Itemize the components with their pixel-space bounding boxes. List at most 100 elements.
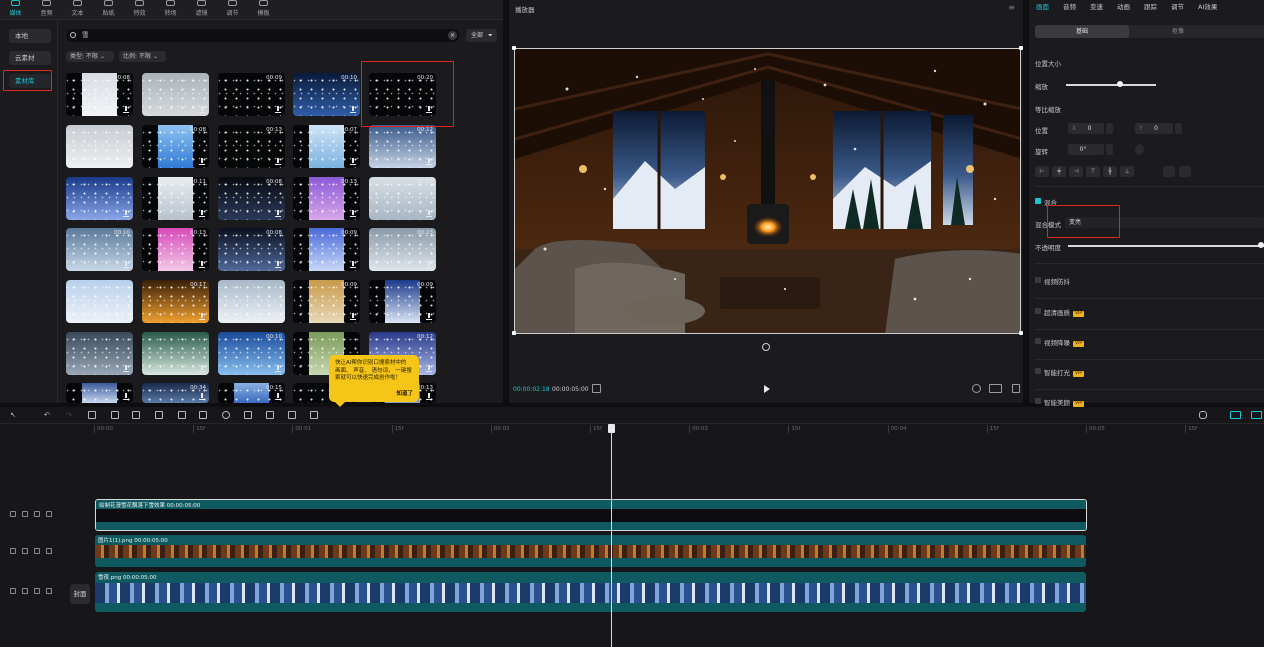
distribute-v-icon[interactable] — [1179, 166, 1191, 177]
tab-tracking[interactable]: 跟踪 — [1137, 0, 1164, 14]
rotate-icon[interactable] — [266, 411, 274, 419]
rotate-reset-icon[interactable] — [762, 343, 770, 351]
download-icon[interactable] — [123, 261, 129, 268]
media-thumbnail[interactable]: 00:08 — [218, 228, 285, 271]
media-thumbnail[interactable]: 00:13 — [218, 125, 285, 168]
media-thumbnail[interactable]: 00:23 — [369, 228, 436, 271]
download-icon[interactable] — [123, 313, 129, 320]
tool-media[interactable]: 媒体 — [0, 0, 31, 20]
image-icon[interactable] — [310, 411, 318, 419]
download-icon[interactable] — [123, 365, 129, 372]
split-icon[interactable] — [88, 411, 96, 419]
rotate-input[interactable]: 0° — [1068, 144, 1104, 155]
opacity-slider[interactable] — [1068, 245, 1264, 247]
download-icon[interactable] — [199, 106, 205, 113]
undo-icon[interactable]: ↶ — [44, 411, 52, 419]
ratio-filter-dropdown[interactable]: 比例: 不限 ⌄ — [119, 51, 166, 62]
align-center-h-icon[interactable]: ╪ — [1052, 166, 1066, 177]
denoise-checkbox[interactable] — [1035, 338, 1041, 344]
redo-icon[interactable]: ↷ — [66, 411, 74, 419]
delete-icon[interactable] — [155, 411, 163, 419]
align-bottom-icon[interactable]: ⊥ — [1120, 166, 1134, 177]
download-icon[interactable] — [350, 106, 356, 113]
media-thumbnail[interactable]: 00:10 — [66, 228, 133, 271]
nav-item-local[interactable]: 本地 — [9, 29, 51, 43]
download-icon[interactable] — [199, 313, 205, 320]
media-thumbnail[interactable] — [218, 280, 285, 323]
tool-text[interactable]: 文本 — [62, 0, 93, 20]
media-thumbnail[interactable]: 00:08 — [142, 125, 209, 168]
timeline-clip-snow-overlay[interactable]: 绘制花漫雪花飘落下雪效果 00:00:05:00 — [95, 499, 1087, 531]
align-left-icon[interactable]: ⊢ — [1035, 166, 1049, 177]
download-icon[interactable] — [350, 261, 356, 268]
media-thumbnail[interactable]: 00:08 — [66, 73, 133, 116]
media-thumbnail[interactable]: 00:09 — [293, 280, 360, 323]
stabilize-checkbox[interactable] — [1035, 277, 1041, 283]
download-icon[interactable] — [350, 158, 356, 165]
player-menu-icon[interactable]: ≡ — [1008, 3, 1015, 12]
position-y-input[interactable]: Y 0 — [1135, 123, 1173, 134]
download-icon[interactable] — [199, 365, 205, 372]
type-filter-dropdown[interactable]: 类型: 不限 ⌄ — [66, 51, 114, 62]
scale-slider[interactable] — [1066, 84, 1156, 86]
align-top-icon[interactable]: ⊤ — [1086, 166, 1100, 177]
shield-icon[interactable] — [178, 411, 186, 419]
media-thumbnail[interactable]: 00:08 — [218, 177, 285, 220]
media-thumbnail[interactable]: 00:20 — [369, 73, 436, 116]
download-icon[interactable] — [199, 158, 205, 165]
timeline-grid-icon[interactable] — [592, 384, 601, 393]
download-icon[interactable] — [426, 393, 432, 400]
microphone-icon[interactable] — [1199, 411, 1207, 419]
media-thumbnail[interactable]: 00:09 — [369, 280, 436, 323]
preview-canvas[interactable] — [514, 48, 1021, 334]
smart-beauty-checkbox[interactable] — [1035, 398, 1041, 404]
download-icon[interactable] — [275, 313, 281, 320]
download-icon[interactable] — [426, 106, 432, 113]
tab-basic[interactable]: 基础 — [1035, 25, 1129, 38]
media-thumbnail[interactable]: 00:12 — [369, 125, 436, 168]
download-icon[interactable] — [123, 210, 129, 217]
download-icon[interactable] — [199, 393, 205, 400]
media-thumbnail[interactable]: 00:09 — [218, 73, 285, 116]
media-thumbnail[interactable]: 00:13 — [142, 228, 209, 271]
play-reverse-icon[interactable] — [222, 411, 230, 419]
playhead[interactable] — [611, 424, 612, 647]
focus-icon[interactable] — [972, 384, 981, 393]
media-thumbnail[interactable]: 00:10 — [218, 332, 285, 375]
download-icon[interactable] — [275, 365, 281, 372]
distribute-h-icon[interactable] — [1163, 166, 1175, 177]
nav-item-cloud[interactable]: 云素材 — [9, 51, 51, 65]
download-icon[interactable] — [426, 313, 432, 320]
download-icon[interactable] — [426, 158, 432, 165]
blend-checkbox[interactable] — [1035, 198, 1041, 204]
download-icon[interactable] — [123, 393, 129, 400]
tool-filter[interactable]: 滤镜 — [186, 0, 217, 20]
media-thumbnail[interactable]: 00:17 — [142, 280, 209, 323]
mirror-icon[interactable] — [244, 411, 252, 419]
crop-icon[interactable] — [288, 411, 296, 419]
download-icon[interactable] — [275, 210, 281, 217]
super-resolution-checkbox[interactable] — [1035, 308, 1041, 314]
clear-search-icon[interactable]: × — [448, 31, 457, 40]
media-thumbnail[interactable] — [142, 332, 209, 375]
search-input[interactable]: 雪 × — [66, 29, 459, 42]
opacity-slider-knob[interactable] — [1258, 242, 1264, 248]
tool-adjust[interactable]: 调节 — [217, 0, 248, 20]
download-icon[interactable] — [123, 158, 129, 165]
tab-audio[interactable]: 音频 — [1056, 0, 1083, 14]
scale-slider-knob[interactable] — [1117, 81, 1123, 87]
smart-light-checkbox[interactable] — [1035, 368, 1041, 374]
fullscreen-icon[interactable] — [1012, 384, 1020, 393]
download-icon[interactable] — [123, 106, 129, 113]
download-icon[interactable] — [275, 261, 281, 268]
split-right-icon[interactable] — [132, 411, 140, 419]
select-tool-icon[interactable]: ↖ — [10, 411, 18, 419]
media-thumbnail[interactable]: 00:15 — [218, 383, 285, 403]
media-thumbnail[interactable]: 00:07 — [293, 125, 360, 168]
download-icon[interactable] — [199, 261, 205, 268]
position-x-input[interactable]: X 0 — [1068, 123, 1104, 134]
download-icon[interactable] — [350, 313, 356, 320]
media-thumbnail[interactable] — [66, 177, 133, 220]
ratio-icon[interactable] — [989, 384, 1002, 393]
media-thumbnail[interactable]: 00:11 — [142, 177, 209, 220]
